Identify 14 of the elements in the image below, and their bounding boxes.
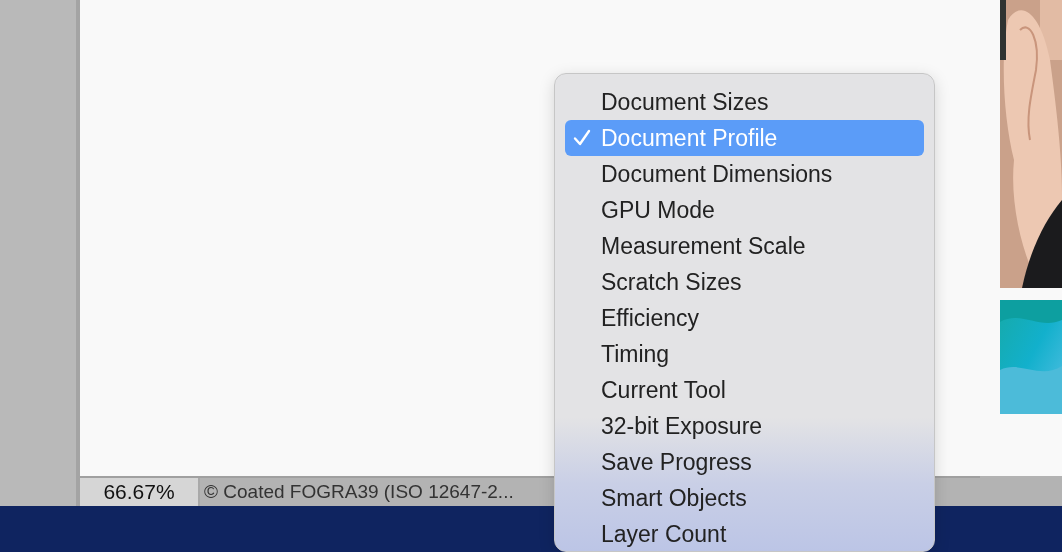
menu-item[interactable]: Document Sizes [565, 84, 924, 120]
menu-item[interactable]: Scratch Sizes [565, 264, 924, 300]
zoom-field[interactable]: 66.67% [80, 478, 200, 506]
menu-item[interactable]: Efficiency [565, 300, 924, 336]
document-info[interactable]: © Coated FOGRA39 (ISO 12647-2... [200, 477, 514, 507]
menu-item[interactable]: GPU Mode [565, 192, 924, 228]
menu-item[interactable]: Smart Objects [565, 480, 924, 516]
menu-item[interactable]: 32-bit Exposure [565, 408, 924, 444]
menu-item[interactable]: Timing [565, 336, 924, 372]
menu-item[interactable]: Layer Count [565, 516, 924, 551]
menu-item[interactable]: Save Progress [565, 444, 924, 480]
menu-item[interactable]: Document Dimensions [565, 156, 924, 192]
menu-item[interactable]: Measurement Scale [565, 228, 924, 264]
menu-item[interactable]: Current Tool [565, 372, 924, 408]
